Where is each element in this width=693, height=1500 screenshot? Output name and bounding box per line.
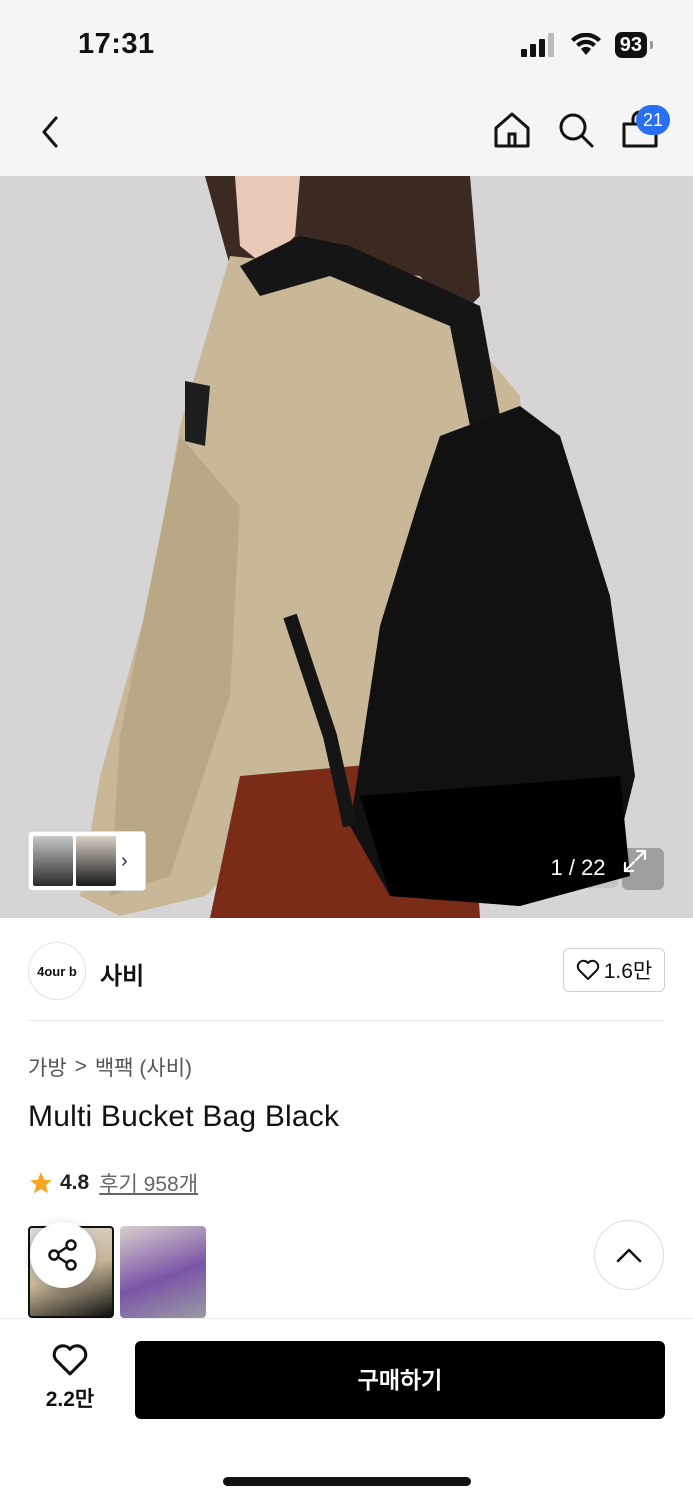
gallery-thumb[interactable] (76, 836, 116, 886)
brand-like-button[interactable]: 1.6만 (563, 948, 665, 992)
chevron-up-icon (616, 1248, 642, 1263)
breadcrumb-category[interactable]: 가방 (28, 1052, 67, 1082)
brand-name[interactable]: 사비 (100, 956, 144, 991)
bottom-action-bar: 2.2만 구매하기 (0, 1318, 693, 1500)
status-bar: 17:31 93 (0, 0, 693, 90)
product-image-gallery[interactable]: › 1 / 22 (0, 176, 693, 918)
buy-button[interactable]: 구매하기 (135, 1341, 665, 1419)
chevron-right-icon[interactable]: › (121, 850, 128, 873)
divider (28, 1020, 665, 1021)
home-indicator (223, 1477, 471, 1486)
rating-row: 4.8 후기 958개 (28, 1168, 198, 1198)
scroll-top-button[interactable] (594, 1220, 664, 1290)
gallery-thumbnail-strip[interactable]: › (28, 831, 146, 891)
wishlist-button[interactable]: 2.2만 (28, 1343, 112, 1423)
rating-score: 4.8 (60, 1171, 90, 1194)
signal-icon (520, 33, 554, 57)
cart-count-badge: 21 (636, 105, 670, 135)
image-counter: 1 / 22 (538, 848, 618, 888)
share-button[interactable] (30, 1222, 96, 1288)
star-icon (30, 1172, 52, 1194)
home-icon[interactable] (492, 110, 532, 150)
brand-logo[interactable]: 4our b (28, 942, 86, 1000)
expand-button[interactable] (622, 848, 664, 890)
breadcrumb: 가방 > 백팩 (사비) (28, 1052, 192, 1082)
brand-row: 4our b 사비 1.6만 (0, 918, 693, 1022)
back-icon[interactable] (36, 112, 66, 152)
status-time: 17:31 (78, 28, 155, 60)
reviews-link[interactable]: 후기 958개 (99, 1168, 198, 1198)
brand-like-count: 1.6만 (603, 960, 653, 983)
nav-bar: 21 (0, 90, 693, 176)
share-icon (48, 1239, 77, 1271)
expand-icon (623, 849, 647, 873)
search-icon[interactable] (556, 110, 596, 150)
product-title: Multi Bucket Bag Black (28, 1100, 340, 1133)
product-photo (0, 176, 693, 918)
wifi-icon (570, 33, 601, 55)
color-option-grey[interactable] (120, 1226, 206, 1318)
battery-indicator: 93 (614, 32, 654, 58)
status-indicators: 93 (520, 32, 654, 58)
breadcrumb-subcategory[interactable]: 백팩 (사비) (95, 1052, 192, 1082)
heart-icon (576, 959, 599, 980)
gallery-thumb[interactable] (33, 836, 73, 886)
breadcrumb-separator: > (74, 1055, 87, 1078)
wishlist-count: 2.2만 (45, 1388, 95, 1411)
heart-icon (52, 1344, 88, 1376)
